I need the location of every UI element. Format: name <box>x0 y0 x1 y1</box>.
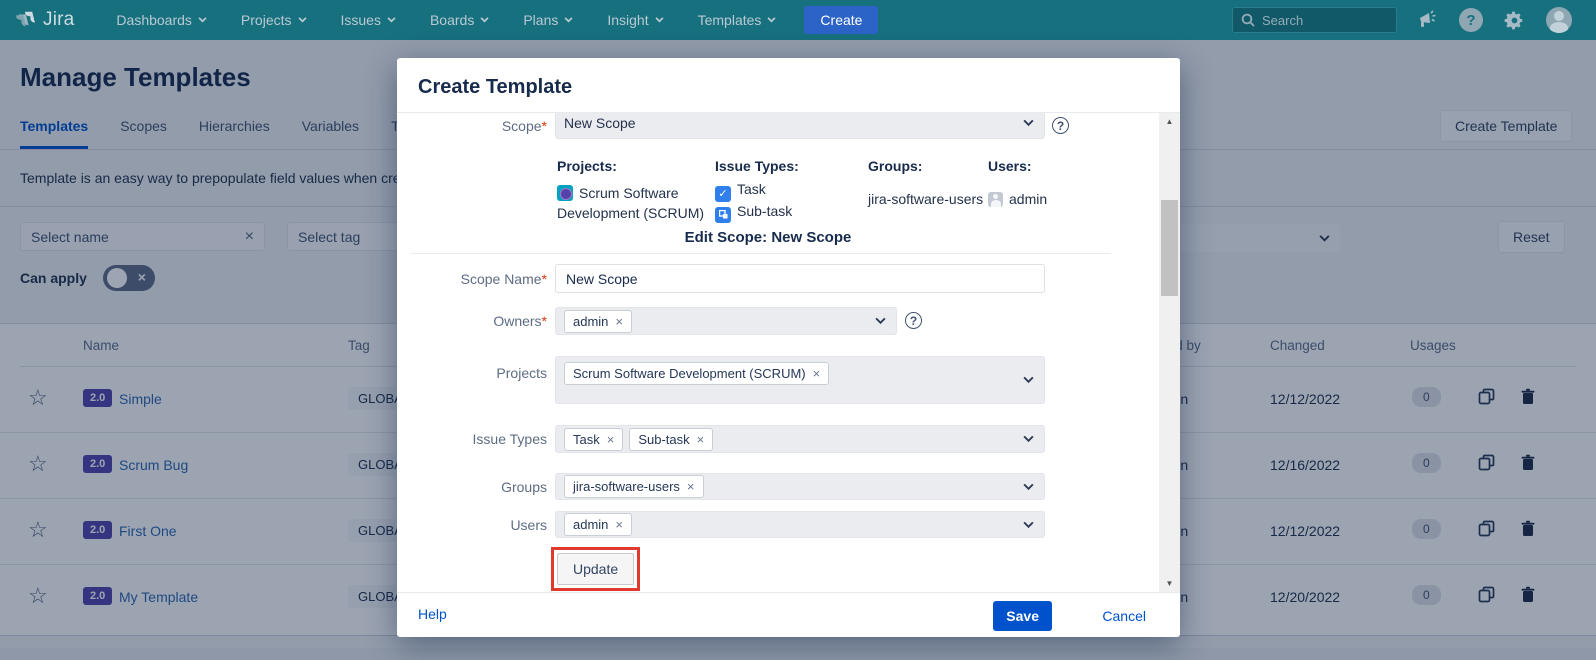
projects-label: Projects <box>425 365 547 381</box>
issue-types-label: Issue Types <box>425 431 547 447</box>
remove-chip-icon[interactable]: × <box>607 432 615 447</box>
modal-footer: Help Save Cancel <box>397 592 1180 637</box>
scroll-up-arrow-icon[interactable]: ▲ <box>1159 113 1180 130</box>
chevron-down-icon <box>387 17 396 23</box>
global-search[interactable] <box>1232 7 1397 33</box>
nav-item-issues[interactable]: Issues <box>341 12 396 28</box>
chevron-down-icon <box>1023 436 1034 443</box>
create-template-modal: Create Template Scope* New Scope ? Proje… <box>397 58 1180 637</box>
remove-chip-icon[interactable]: × <box>615 314 623 329</box>
chevron-down-icon <box>298 17 307 23</box>
nav-item-insight[interactable]: Insight <box>607 12 663 28</box>
scope-name-label: Scope Name* <box>425 271 547 287</box>
groups-label: Groups <box>425 479 547 495</box>
modal-title: Create Template <box>418 76 572 99</box>
settings-gear-icon[interactable] <box>1503 9 1526 32</box>
chevron-down-icon <box>564 17 573 23</box>
chevron-down-icon <box>767 17 776 23</box>
search-input[interactable] <box>1262 13 1382 28</box>
help-icon[interactable]: ? <box>1459 8 1483 32</box>
remove-chip-icon[interactable]: × <box>615 517 623 532</box>
summary-users-value: admin <box>988 191 1047 207</box>
save-button[interactable]: Save <box>993 601 1052 631</box>
search-icon <box>1241 13 1255 27</box>
scope-label: Scope* <box>425 118 547 134</box>
owner-chip: admin× <box>564 310 632 333</box>
task-icon: ✓ <box>715 186 731 202</box>
chevron-down-icon <box>1023 521 1034 528</box>
scrollbar-thumb[interactable] <box>1161 200 1178 296</box>
chevron-down-icon <box>655 17 664 23</box>
chevron-down-icon <box>875 318 886 325</box>
cancel-link[interactable]: Cancel <box>1102 608 1146 624</box>
group-chip: jira-software-users× <box>564 475 704 498</box>
summary-projects-label: Projects: <box>557 158 617 174</box>
announcements-icon[interactable] <box>1417 10 1439 30</box>
project-avatar-icon <box>557 185 573 201</box>
issue-types-select[interactable]: Task× Sub-task× <box>555 425 1045 453</box>
modal-scrollbar[interactable]: ▲ ▼ <box>1159 113 1180 592</box>
summary-users-label: Users: <box>988 158 1032 174</box>
user-avatar-icon <box>988 192 1003 207</box>
user-chip: admin× <box>564 513 632 536</box>
nav-item-dashboards[interactable]: Dashboards <box>116 12 207 28</box>
owners-select[interactable]: admin× <box>555 307 897 335</box>
chevron-down-icon <box>480 17 489 23</box>
jira-logo[interactable]: Jira <box>16 9 74 31</box>
chevron-down-icon <box>1023 377 1034 384</box>
issue-type-chip: Task× <box>564 428 623 451</box>
edit-scope-heading: Edit Scope: New Scope <box>397 229 1139 246</box>
owners-label: Owners* <box>425 313 547 329</box>
nav-item-boards[interactable]: Boards <box>430 12 489 28</box>
nav-item-projects[interactable]: Projects <box>241 12 307 28</box>
summary-issue-types-label: Issue Types: <box>715 158 799 174</box>
brand-name: Jira <box>43 9 74 31</box>
update-button[interactable]: Update <box>557 553 634 585</box>
chevron-down-icon <box>198 17 207 23</box>
users-label: Users <box>425 517 547 533</box>
nav-create-button[interactable]: Create <box>804 6 878 34</box>
scope-help-icon[interactable]: ? <box>1052 117 1069 134</box>
summary-issue-type-subtask: Sub-task <box>715 203 792 223</box>
update-highlight-box: Update <box>551 547 640 591</box>
nav-item-templates[interactable]: Templates <box>698 12 777 28</box>
summary-issue-type-task: ✓Task <box>715 181 766 202</box>
summary-groups-value: jira-software-users <box>868 191 983 207</box>
groups-select[interactable]: jira-software-users× <box>555 473 1045 500</box>
modal-body: Scope* New Scope ? Projects: Scrum Softw… <box>397 113 1159 592</box>
remove-chip-icon[interactable]: × <box>687 479 695 494</box>
scope-select[interactable]: New Scope <box>555 113 1045 139</box>
nav-item-plans[interactable]: Plans <box>523 12 573 28</box>
chevron-down-icon <box>1023 483 1034 490</box>
summary-groups-label: Groups: <box>868 158 922 174</box>
scope-name-input[interactable] <box>555 264 1045 293</box>
subtask-icon <box>715 207 731 223</box>
edit-scope-divider <box>411 253 1111 254</box>
remove-chip-icon[interactable]: × <box>813 366 821 381</box>
chevron-down-icon <box>1023 119 1034 126</box>
help-link[interactable]: Help <box>418 606 447 622</box>
top-navigation: Jira Dashboards Projects Issues Boards P… <box>0 0 1596 40</box>
modal-header: Create Template <box>397 58 1180 113</box>
project-chip: Scrum Software Development (SCRUM)× <box>564 362 829 385</box>
projects-select[interactable]: Scrum Software Development (SCRUM)× <box>555 356 1045 404</box>
user-avatar[interactable] <box>1546 7 1572 33</box>
users-select[interactable]: admin× <box>555 511 1045 538</box>
remove-chip-icon[interactable]: × <box>697 432 705 447</box>
owners-help-icon[interactable]: ? <box>905 312 922 329</box>
nav-menu: Dashboards Projects Issues Boards Plans … <box>116 12 776 28</box>
jira-mark-icon <box>16 10 36 30</box>
summary-projects-value: Scrum Software Development (SCRUM) <box>557 183 707 223</box>
scroll-down-arrow-icon[interactable]: ▼ <box>1159 575 1180 592</box>
issue-type-chip: Sub-task× <box>629 428 713 451</box>
